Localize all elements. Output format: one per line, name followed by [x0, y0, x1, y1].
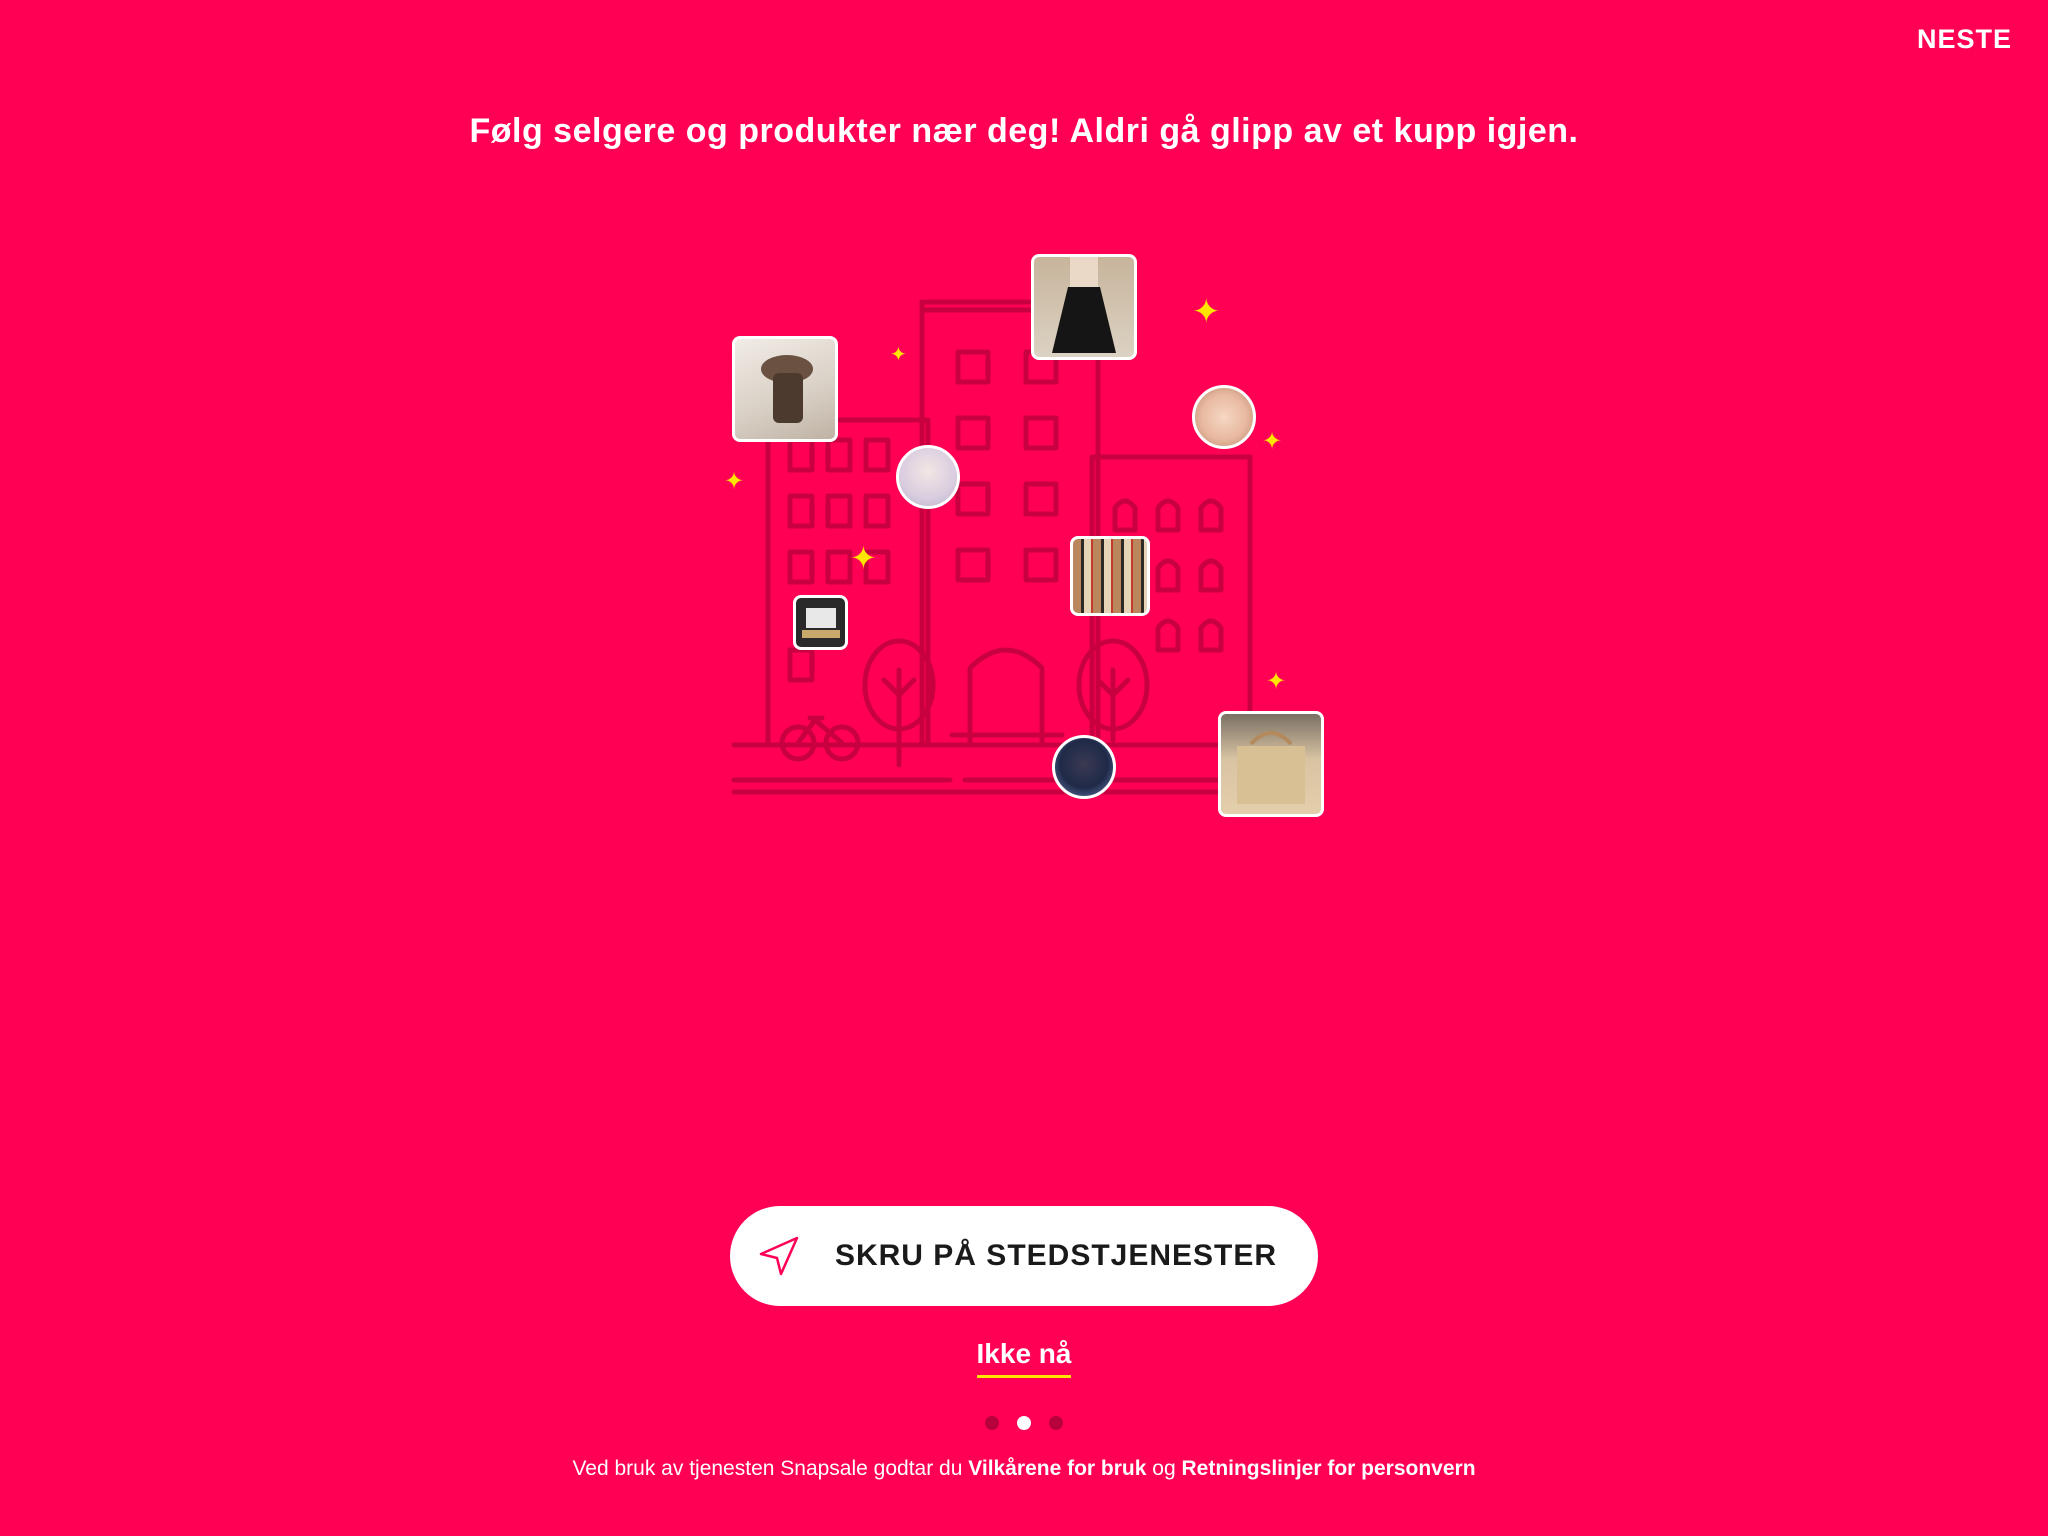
location-arrow-icon	[759, 1236, 799, 1276]
footer-text-middle: og	[1152, 1457, 1176, 1480]
next-button[interactable]: NESTE	[1913, 20, 2016, 59]
sparkle-icon: ✦	[724, 468, 745, 495]
city-illustration: ✦ ✦ ✦ ✦ ✦ ✦	[700, 240, 1350, 820]
hat-image	[761, 355, 813, 423]
sparkle-icon: ✦	[1192, 293, 1221, 331]
page-dot[interactable]	[1049, 1416, 1063, 1430]
product-thumb-bag	[1218, 711, 1324, 817]
sparkle-icon: ✦	[850, 540, 877, 576]
dress-image	[1052, 257, 1116, 353]
page-dot[interactable]	[985, 1416, 999, 1430]
product-thumb-dress	[1031, 254, 1137, 360]
not-now-link[interactable]: Ikke nå	[976, 1338, 1072, 1378]
product-thumb-hat	[732, 336, 838, 442]
product-thumb-laptop	[793, 595, 848, 650]
privacy-link[interactable]: Retningslinjer for personvern	[1181, 1457, 1475, 1480]
bag-image	[1237, 731, 1305, 804]
page-indicator	[0, 1416, 2048, 1430]
laptop-image	[802, 608, 840, 638]
seller-avatar-3	[1052, 735, 1116, 799]
footer-text-before: Ved bruk av tjenesten Snapsale godtar du	[572, 1457, 963, 1480]
sparkle-icon: ✦	[890, 344, 907, 366]
headline: Følg selgere og produkter nær deg! Aldri…	[469, 112, 1579, 150]
product-thumb-scarf	[1070, 536, 1150, 616]
enable-location-label: SKRU PÅ STEDSTJENESTER	[834, 1239, 1278, 1272]
sparkle-icon: ✦	[1266, 668, 1287, 695]
seller-avatar-2	[1192, 385, 1256, 449]
sparkle-icon: ✦	[1262, 428, 1283, 455]
enable-location-button[interactable]: SKRU PÅ STEDSTJENESTER	[730, 1206, 1318, 1306]
page-dot-active[interactable]	[1017, 1416, 1031, 1430]
seller-avatar-1	[896, 445, 960, 509]
legal-footer: Ved bruk av tjenesten Snapsale godtar du…	[0, 1454, 2048, 1484]
terms-link[interactable]: Vilkårene for bruk	[968, 1457, 1146, 1480]
